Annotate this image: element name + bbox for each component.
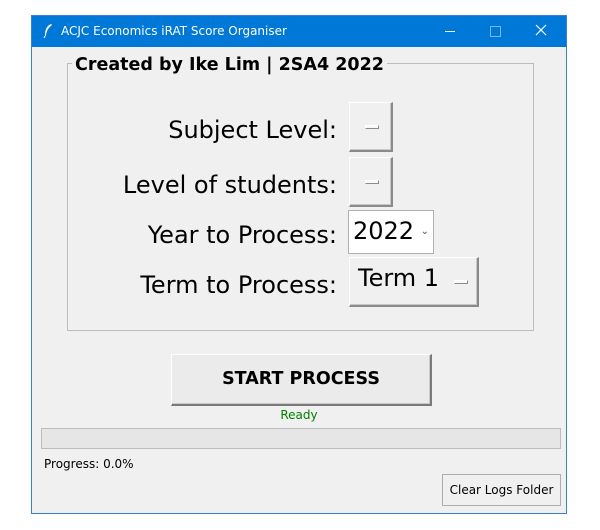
dropdown-indicator-icon bbox=[365, 125, 379, 129]
year-combobox[interactable]: 2022 ⌄ bbox=[348, 210, 434, 254]
close-button[interactable] bbox=[518, 16, 564, 47]
minimize-button[interactable] bbox=[427, 16, 473, 47]
level-of-students-label: Level of students: bbox=[122, 171, 337, 199]
year-value: 2022 bbox=[353, 217, 415, 245]
dropdown-indicator-icon bbox=[365, 180, 379, 184]
dropdown-indicator-icon bbox=[454, 280, 468, 284]
progress-label: Progress: 0.0% bbox=[44, 457, 134, 471]
clear-logs-folder-button[interactable]: Clear Logs Folder bbox=[442, 474, 561, 506]
term-dropdown[interactable]: Term 1 bbox=[349, 257, 479, 307]
term-value: Term 1 bbox=[358, 264, 440, 292]
year-label: Year to Process: bbox=[147, 221, 337, 249]
window-title: ACJC Economics iRAT Score Organiser bbox=[61, 24, 287, 38]
start-process-button[interactable]: START PROCESS bbox=[171, 354, 432, 406]
progress-bar bbox=[41, 428, 561, 449]
app-window: ACJC Economics iRAT Score Organiser Crea… bbox=[31, 15, 567, 514]
title-bar[interactable]: ACJC Economics iRAT Score Organiser bbox=[32, 16, 566, 47]
term-label: Term to Process: bbox=[140, 271, 337, 299]
group-label: Created by Ike Lim | 2SA4 2022 bbox=[72, 55, 387, 75]
status-text: Ready bbox=[280, 408, 318, 422]
feather-icon bbox=[43, 24, 52, 39]
maximize-icon bbox=[490, 26, 501, 37]
maximize-button[interactable] bbox=[472, 16, 518, 47]
chevron-down-icon: ⌄ bbox=[420, 226, 429, 237]
level-of-students-dropdown[interactable] bbox=[349, 157, 393, 207]
close-icon bbox=[535, 24, 547, 36]
minimize-icon bbox=[445, 31, 455, 32]
subject-level-dropdown[interactable] bbox=[349, 102, 393, 152]
subject-level-label: Subject Level: bbox=[168, 116, 337, 144]
